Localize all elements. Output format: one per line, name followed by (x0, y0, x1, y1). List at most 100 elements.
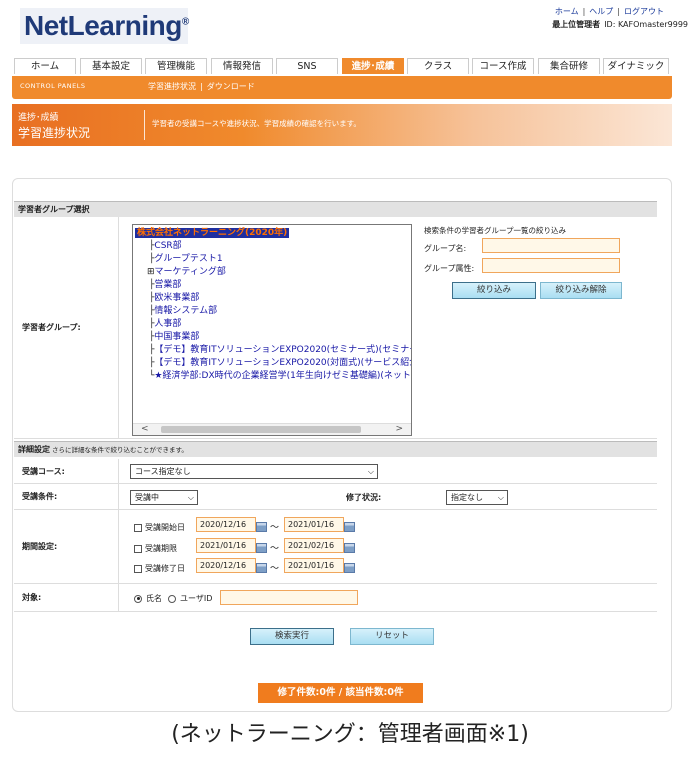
deadline-date-from[interactable]: 2021/01/16 (196, 538, 256, 553)
tab-progress[interactable]: 進捗･成績 (342, 58, 404, 74)
tab-class[interactable]: クラス (407, 58, 469, 74)
condition-row: 受講条件: (14, 484, 657, 510)
tree-node-label[interactable]: マーケティング部 (155, 267, 226, 277)
scroll-right-icon[interactable]: > (395, 424, 403, 435)
condition-select-value: 受講中 (135, 493, 159, 502)
tree-node-label[interactable]: 情報システム部 (154, 306, 217, 316)
checkbox-box[interactable] (134, 564, 142, 573)
period-completion-checkbox[interactable]: 受講修了日 (134, 563, 185, 574)
tree-item[interactable]: ├【デモ】教育ITソリューションEXPO2020(セミナー式)(セミナー式講師 (135, 344, 411, 357)
tree-node-label[interactable]: ★経済学部:DX時代の企業経営学(1年生向けゼミ基礎編)(ネットラ (154, 371, 411, 381)
tree-item[interactable]: ├営業部 (135, 279, 411, 292)
tree-node-label[interactable]: 欧米事業部 (154, 293, 199, 303)
tree-h-scrollbar[interactable]: < > (133, 423, 411, 435)
chevron-down-icon: ⌵ (497, 493, 504, 502)
tree-item[interactable]: ⊞マーケティング部 (135, 266, 411, 279)
expand-icon[interactable]: ⊞ (147, 267, 155, 277)
admin-role: 最上位管理者 (552, 20, 601, 29)
search-button[interactable]: 検索実行 (250, 628, 334, 645)
tab-home[interactable]: ホーム (14, 58, 76, 74)
tree-list: 株式会社ネットラーニング(2020年) ├CSR部 ├グループテスト1 ⊞マーケ… (135, 227, 411, 383)
calendar-icon[interactable] (256, 522, 267, 532)
start-date-to[interactable]: 2021/01/16 (284, 517, 344, 532)
tab-group-training[interactable]: 集合研修 (538, 58, 600, 74)
range-separator: ～ (270, 564, 280, 574)
completion-select[interactable]: 指定なし ⌵ (446, 490, 508, 505)
group-attr-input[interactable] (482, 258, 620, 273)
period-deadline-checkbox[interactable]: 受講期限 (134, 543, 177, 554)
tree-node-label[interactable]: CSR部 (154, 241, 181, 251)
calendar-icon[interactable] (344, 563, 355, 573)
checkbox-box[interactable] (134, 523, 142, 532)
scroll-left-icon[interactable]: < (141, 424, 149, 435)
radio-name[interactable] (134, 594, 142, 603)
target-label: 対象: (14, 584, 118, 611)
radio-name-label: 氏名 (146, 594, 162, 603)
scroll-thumb[interactable] (161, 426, 361, 433)
image-caption: (ネットラーニング：管理者画面※1) (171, 722, 529, 747)
tab-admin-functions[interactable]: 管理機能 (145, 58, 207, 74)
tree-item[interactable]: ├CSR部 (135, 240, 411, 253)
radio-userid[interactable] (168, 594, 176, 603)
tree-item[interactable]: ├中国事業部 (135, 331, 411, 344)
tree-item[interactable]: └★経済学部:DX時代の企業経営学(1年生向けゼミ基礎編)(ネットラ (135, 370, 411, 383)
period-start-checkbox[interactable]: 受講開始日 (134, 522, 185, 533)
tab-dynamic[interactable]: ダイナミック (603, 58, 669, 74)
target-input[interactable] (220, 590, 358, 605)
course-select[interactable]: コース指定なし ⌵ (130, 464, 378, 479)
control-panel-bar: CONTROL PANELS 学習進捗状況 | ダウンロード (12, 76, 672, 99)
learning-progress-link[interactable]: 学習進捗状況 (148, 82, 196, 91)
completion-label: 修了状況: (346, 493, 382, 502)
tree-node-label[interactable]: 営業部 (154, 280, 181, 290)
checkbox-box[interactable] (134, 544, 142, 553)
filter-title: 検索条件の学習者グループ一覧の絞り込み (424, 226, 567, 235)
clear-filter-button[interactable]: 絞り込み解除 (540, 282, 622, 299)
tab-sns[interactable]: SNS (276, 58, 338, 74)
group-name-input[interactable] (482, 238, 620, 253)
calendar-icon[interactable] (256, 543, 267, 553)
tree-node-label[interactable]: 株式会社ネットラーニング(2020年) (135, 228, 290, 238)
control-panel-links: 学習進捗状況 | ダウンロード (148, 82, 255, 91)
condition-select[interactable]: 受講中 ⌵ (130, 490, 198, 505)
tab-basic-settings[interactable]: 基本設定 (80, 58, 142, 74)
reset-button[interactable]: リセット (350, 628, 434, 645)
filter-button[interactable]: 絞り込み (452, 282, 536, 299)
group-tree[interactable]: 株式会社ネットラーニング(2020年) ├CSR部 ├グループテスト1 ⊞マーケ… (132, 224, 412, 436)
tree-node-label[interactable]: 【デモ】教育ITソリューションEXPO2020(セミナー式)(セミナー式講師 (154, 345, 411, 355)
admin-id: ID: KAFOmaster9999 (604, 20, 688, 29)
calendar-icon[interactable] (344, 522, 355, 532)
logout-link[interactable]: ログアウト (624, 7, 664, 16)
page-subtitle: 進捗･成績 (18, 113, 59, 123)
tree-node-label[interactable]: 【デモ】教育ITソリューションEXPO2020(対面式)(サービス紹介) (154, 358, 411, 368)
tree-item[interactable]: ├グループテスト1 (135, 253, 411, 266)
tree-item[interactable]: 株式会社ネットラーニング(2020年) (135, 227, 411, 240)
logo-text: NetLearning® (24, 10, 189, 41)
completion-date-from[interactable]: 2020/12/16 (196, 558, 256, 573)
detail-section-header: 詳細設定 さらに詳細な条件で絞り込むことができます。 (14, 441, 657, 457)
tree-item[interactable]: ├人事部 (135, 318, 411, 331)
tree-item[interactable]: ├情報システム部 (135, 305, 411, 318)
group-row-label: 学習者グループ: (14, 217, 118, 438)
checkbox-label: 受講開始日 (145, 523, 185, 532)
calendar-icon[interactable] (344, 543, 355, 553)
group-name-label: グループ名: (424, 244, 467, 253)
completion-date-to[interactable]: 2021/01/16 (284, 558, 344, 573)
home-link[interactable]: ホーム (555, 7, 579, 16)
range-separator: ～ (270, 544, 280, 554)
tree-item[interactable]: ├欧米事業部 (135, 292, 411, 305)
help-link[interactable]: ヘルプ (589, 7, 613, 16)
header-divider (144, 110, 145, 140)
tree-node-label[interactable]: 人事部 (154, 319, 181, 329)
detail-section-title: 詳細設定 (18, 445, 50, 454)
tree-item[interactable]: ├【デモ】教育ITソリューションEXPO2020(対面式)(サービス紹介) (135, 357, 411, 370)
tab-course-create[interactable]: コース作成 (472, 58, 534, 74)
page-header: 進捗･成績 学習進捗状況 学習者の受講コースや進捗状況、学習成績の確認を行います… (12, 104, 672, 146)
tree-node-label[interactable]: 中国事業部 (154, 332, 199, 342)
tree-node-label[interactable]: グループテスト1 (154, 254, 222, 264)
chevron-down-icon: ⌵ (187, 493, 194, 502)
start-date-from[interactable]: 2020/12/16 (196, 517, 256, 532)
download-link[interactable]: ダウンロード (207, 82, 255, 91)
calendar-icon[interactable] (256, 563, 267, 573)
tab-info[interactable]: 情報発信 (211, 58, 273, 74)
deadline-date-to[interactable]: 2021/02/16 (284, 538, 344, 553)
